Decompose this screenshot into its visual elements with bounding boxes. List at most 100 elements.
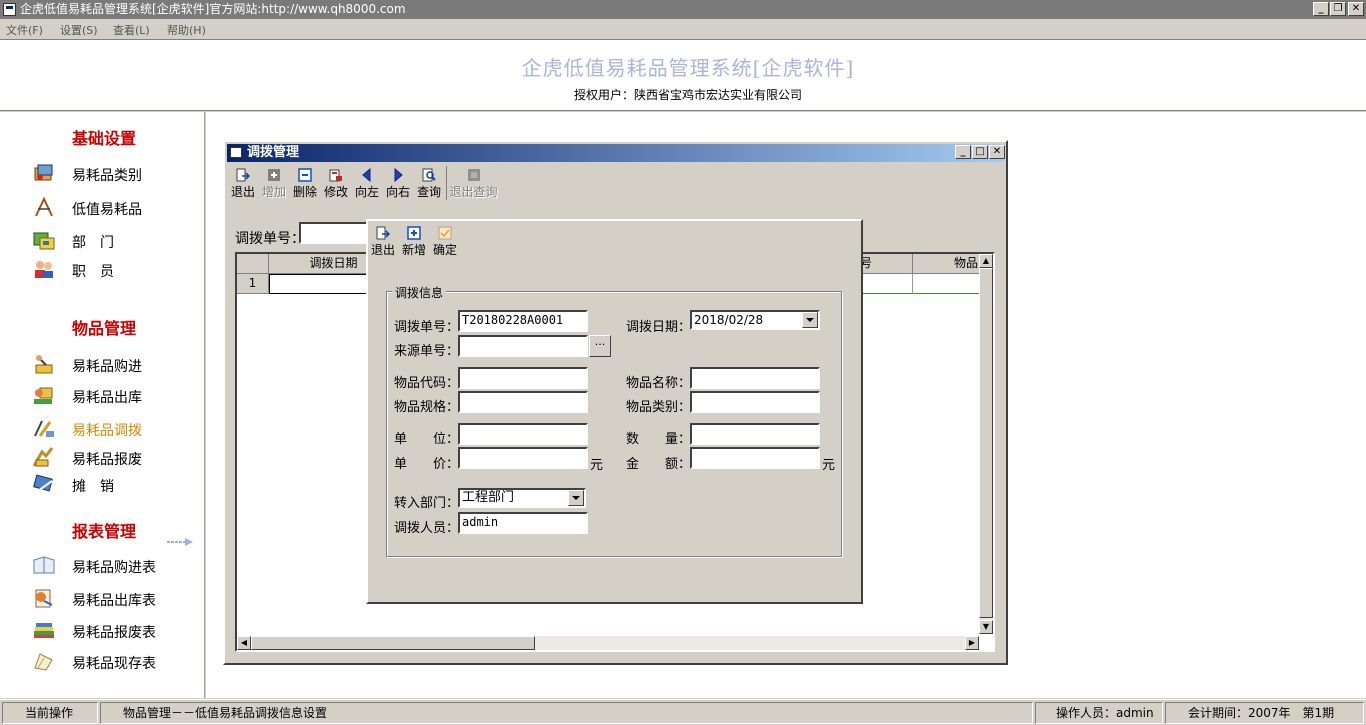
sidebar-item-category[interactable]: 易耗品类别 bbox=[32, 162, 192, 186]
sidebar-item-label: 职 员 bbox=[72, 264, 114, 280]
operator-input[interactable]: admin bbox=[458, 512, 588, 534]
to-department-select[interactable]: 工程部门 bbox=[458, 488, 586, 508]
scroll-up-button[interactable]: ▲ bbox=[979, 254, 993, 268]
sidebar-item-staff[interactable]: 职 员 bbox=[32, 258, 192, 282]
child-close-button[interactable]: ✕ bbox=[989, 145, 1005, 159]
toolbar-label: 确定 bbox=[432, 243, 457, 257]
sidebar-item-label: 易耗品现存表 bbox=[72, 656, 156, 672]
child-restore-button[interactable]: □ bbox=[972, 145, 988, 159]
dialog-confirm-button[interactable]: 确定 bbox=[431, 224, 459, 258]
item-spec-input[interactable] bbox=[458, 391, 588, 413]
transfer-no-input[interactable]: T20180228A0001 bbox=[458, 310, 588, 332]
delete-icon bbox=[298, 168, 312, 182]
child-window-titlebar: 调拨管理 _ □ ✕ bbox=[227, 144, 1005, 162]
sidebar-item-scrap-report[interactable]: 易耗品报废表 bbox=[32, 619, 192, 643]
amount-unit: 元 bbox=[822, 458, 836, 473]
sidebar-item-label: 易耗品调拨 bbox=[72, 423, 142, 439]
toolbar-label: 修改 bbox=[323, 185, 348, 199]
tools-icon bbox=[35, 196, 53, 217]
sidebar-item-department[interactable]: 部 门 bbox=[32, 229, 192, 253]
item-name-input[interactable] bbox=[690, 367, 820, 389]
add-icon bbox=[407, 226, 421, 240]
grid-hscrollbar[interactable]: ◀ ▶ bbox=[237, 636, 979, 650]
sidebar-item-tools[interactable]: 低值易耗品 bbox=[32, 196, 192, 220]
price-unit: 元 bbox=[590, 458, 604, 473]
menu-help[interactable]: 帮助(H) bbox=[167, 22, 206, 38]
sidebar-item-stock-report[interactable]: 易耗品现存表 bbox=[32, 650, 192, 674]
quantity-input[interactable] bbox=[690, 423, 820, 445]
app-icon bbox=[3, 3, 16, 16]
to-department-value: 工程部门 bbox=[462, 490, 515, 505]
prev-button[interactable]: 向左 bbox=[354, 166, 380, 200]
sidebar-item-label: 低值易耗品 bbox=[72, 202, 142, 218]
dialog-exit-button[interactable]: 退出 bbox=[370, 224, 396, 258]
sidebar-item-purchase-report[interactable]: 易耗品购进表 bbox=[32, 554, 192, 578]
outbound-report-icon bbox=[35, 589, 53, 608]
sidebar-item-transfer[interactable]: 易耗品调拨 bbox=[32, 417, 192, 441]
license-text: 授权用户：陕西省宝鸡市宏达实业有限公司 bbox=[573, 88, 802, 102]
sidebar: 基础设置 易耗品类别 低值易耗品 部 门 职 员 物品管理 易耗品购进 易耗品出… bbox=[0, 112, 205, 698]
scrap-report-icon bbox=[34, 623, 54, 638]
purchase-icon bbox=[35, 355, 53, 374]
dialog-new-button[interactable]: 新增 bbox=[400, 224, 428, 258]
department-icon bbox=[33, 232, 55, 250]
scroll-right-button[interactable]: ▶ bbox=[965, 636, 979, 650]
chevron-down-icon[interactable] bbox=[568, 490, 584, 506]
sidebar-item-outbound[interactable]: 易耗品出库 bbox=[32, 384, 192, 408]
window-title: 企虎低值易耗品管理系统[企虎软件]官方网站:http://www.qh8000.… bbox=[20, 2, 406, 16]
scroll-left-button[interactable]: ◀ bbox=[237, 636, 251, 650]
chevron-down-icon[interactable] bbox=[802, 312, 818, 328]
unit-input[interactable] bbox=[458, 423, 588, 445]
status-bar: 当前操作 物品管理－－低值易耗品调拨信息设置 操作人员：admin 会计期间：2… bbox=[0, 699, 1366, 725]
sidebar-item-purchase[interactable]: 易耗品购进 bbox=[32, 353, 192, 377]
source-lookup-button[interactable]: ··· bbox=[589, 335, 611, 357]
delete-button[interactable]: 删除 bbox=[292, 166, 318, 200]
price-input[interactable] bbox=[458, 447, 588, 469]
exit-query-button[interactable]: 退出查询 bbox=[446, 166, 500, 200]
sidebar-item-outbound-report[interactable]: 易耗品出库表 bbox=[32, 587, 192, 611]
restore-button[interactable]: ❐ bbox=[1330, 2, 1346, 16]
grid-cell[interactable] bbox=[913, 274, 981, 294]
vscroll-thumb[interactable] bbox=[979, 268, 993, 618]
menu-file[interactable]: 文件(F) bbox=[6, 22, 43, 38]
item-code-input[interactable] bbox=[458, 367, 588, 389]
close-button[interactable]: ✕ bbox=[1348, 2, 1364, 16]
toolbar-label: 退出 bbox=[231, 185, 256, 199]
next-button[interactable]: 向右 bbox=[385, 166, 411, 200]
menu-settings[interactable]: 设置(S) bbox=[60, 22, 98, 38]
sidebar-item-label: 摊 销 bbox=[72, 479, 114, 495]
sidebar-item-label: 易耗品报废 bbox=[72, 452, 142, 468]
scroll-down-button[interactable]: ▼ bbox=[979, 620, 993, 634]
staff-icon bbox=[35, 261, 53, 278]
minimize-button[interactable]: _ bbox=[1313, 2, 1329, 16]
section-title-items: 物品管理 bbox=[72, 319, 137, 338]
grid-vscrollbar[interactable]: ▲ ▼ bbox=[979, 254, 993, 634]
item-spec-label: 物品规格： bbox=[394, 400, 460, 415]
grid-row-number: 1 bbox=[237, 274, 269, 294]
amount-input[interactable] bbox=[690, 447, 820, 469]
current-op-label: 当前操作 bbox=[2, 702, 98, 724]
edit-button[interactable]: 修改 bbox=[323, 166, 349, 200]
sidebar-item-amortize[interactable]: 摊 销 bbox=[32, 473, 192, 497]
transfer-date-picker[interactable]: 2018/02/28 bbox=[690, 310, 820, 330]
toolbar-label: 新增 bbox=[401, 243, 426, 257]
toolbar-label: 增加 bbox=[261, 185, 286, 199]
add-button[interactable]: 增加 bbox=[261, 166, 287, 200]
query-button[interactable]: 查询 bbox=[416, 166, 442, 200]
source-no-input[interactable] bbox=[458, 335, 588, 357]
category-icon bbox=[34, 164, 53, 181]
grid-header-item[interactable]: 物品 bbox=[913, 254, 981, 274]
confirm-icon bbox=[438, 226, 452, 240]
transfer-no-label: 调拨单号： bbox=[394, 320, 460, 335]
sidebar-item-scrap[interactable]: 易耗品报废 bbox=[32, 446, 192, 470]
transfer-info-dialog: 退出 新增 确定 调拨信息 调拨单号： T20180228A0001 调拨日期：… bbox=[366, 219, 863, 604]
hscroll-thumb[interactable] bbox=[251, 636, 535, 650]
child-minimize-button[interactable]: _ bbox=[955, 145, 971, 159]
menu-view[interactable]: 查看(L) bbox=[113, 22, 150, 38]
item-category-input[interactable] bbox=[690, 391, 820, 413]
transfer-date-label: 调拨日期： bbox=[626, 320, 692, 335]
toolbar-label: 向左 bbox=[354, 185, 379, 199]
exit-button[interactable]: 退出 bbox=[231, 166, 255, 200]
to-department-label: 转入部门： bbox=[394, 496, 460, 511]
edit-icon bbox=[329, 169, 342, 182]
